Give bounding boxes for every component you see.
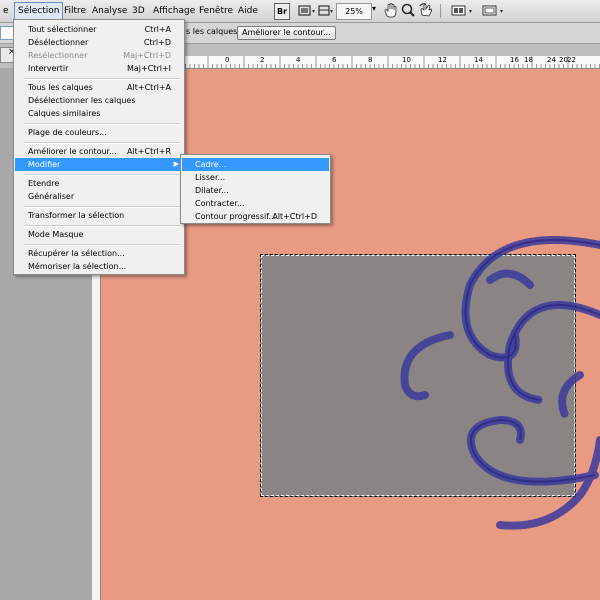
- menu-item-label: Désélectionner les calques: [28, 96, 136, 105]
- menu-item-color-range[interactable]: Plage de couleurs...: [15, 126, 183, 139]
- menu-item-similar[interactable]: Généraliser: [15, 190, 183, 203]
- menu-item-label: Généraliser: [28, 192, 75, 201]
- menu-item-label: Dilater...: [195, 186, 229, 195]
- menu-item-shortcut: Maj+Ctrl+D: [123, 51, 171, 60]
- arrange-documents-icon[interactable]: [451, 4, 477, 21]
- menu-item-label: Transformer la sélection: [28, 211, 125, 220]
- menu-item-shortcut: Alt+Ctrl+A: [127, 83, 171, 92]
- menu-item-label: Etendre: [28, 179, 60, 188]
- menu-item-shortcut: Ctrl+D: [143, 38, 171, 47]
- selection-menu: Tout sélectionner Ctrl+A Désélectionner …: [13, 19, 185, 275]
- menu-item-similar-layers[interactable]: Calques similaires: [15, 107, 183, 120]
- submenu-item-smooth[interactable]: Lisser...: [182, 171, 329, 184]
- menu-item-label: Désélectionner: [28, 38, 89, 47]
- menu-separator: [24, 142, 180, 144]
- menu-item-label: Améliorer le contour...: [28, 147, 117, 156]
- ruler-number: 22: [567, 56, 576, 64]
- screen-mode-icon[interactable]: [298, 4, 316, 21]
- screen-size-icon[interactable]: [482, 4, 508, 21]
- menu-item-label: Resélectionner: [28, 51, 88, 60]
- menu-aide[interactable]: Aide: [235, 0, 261, 22]
- submenu-item-contract[interactable]: Contracter...: [182, 197, 329, 210]
- menu-item-label: Mode Masque: [28, 230, 84, 239]
- menu-item-label: Tout sélectionner: [28, 25, 97, 34]
- refine-edge-button[interactable]: Améliorer le contour...: [237, 26, 336, 40]
- menu-separator: [24, 206, 180, 208]
- flourish-ornament: [400, 236, 600, 530]
- menu-separator: [24, 123, 180, 125]
- ruler-number: 10: [402, 56, 411, 64]
- menu-image-partial[interactable]: e: [0, 0, 12, 22]
- menu-item-deselect-layers[interactable]: Désélectionner les calques: [15, 94, 183, 107]
- menu-item-label: Mémoriser la sélection...: [28, 262, 127, 271]
- submenu-arrow-icon: ▶: [173, 160, 179, 168]
- zoom-tool-icon[interactable]: [401, 3, 415, 21]
- menu-item-label: Calques similaires: [28, 109, 101, 118]
- menu-item-all-layers[interactable]: Tous les calques Alt+Ctrl+A: [15, 81, 183, 94]
- ruler-number: 6: [332, 56, 337, 64]
- submenu-item-feather[interactable]: Contour progressif... Alt+Ctrl+D: [182, 210, 329, 223]
- submenu-item-border[interactable]: Cadre...: [182, 158, 329, 171]
- hand-tool-icon[interactable]: [383, 3, 397, 21]
- menu-item-label: Plage de couleurs...: [28, 128, 107, 137]
- menu-item-label: Intervertir: [28, 64, 69, 73]
- menu-item-label: Cadre...: [195, 160, 227, 169]
- ruler-number: 18: [524, 56, 533, 64]
- menu-separator: [24, 174, 180, 176]
- modify-submenu: Cadre... Lisser... Dilater... Contracter…: [180, 154, 331, 224]
- ruler-number: 2: [260, 56, 265, 64]
- ruler-number: 16: [510, 56, 519, 64]
- zoom-dropdown-icon[interactable]: ▾: [372, 4, 376, 13]
- ruler-number: 0: [225, 56, 230, 64]
- menu-item-save-selection[interactable]: Mémoriser la sélection...: [15, 260, 183, 273]
- menu-item-label: Récupérer la sélection...: [28, 249, 125, 258]
- ruler-number: 14: [474, 56, 483, 64]
- menu-item-deselect[interactable]: Désélectionner Ctrl+D: [15, 36, 183, 49]
- ruler-number: 12: [438, 56, 447, 64]
- rotate-view-icon[interactable]: [419, 3, 433, 21]
- menu-item-modify[interactable]: Modifier ▶: [15, 158, 183, 171]
- menu-separator: [24, 225, 180, 227]
- menu-item-grow[interactable]: Etendre: [15, 177, 183, 190]
- menu-item-quick-mask[interactable]: Mode Masque: [15, 228, 183, 241]
- menu-item-shortcut: Alt+Ctrl+D: [272, 212, 317, 221]
- menu-item-transform-selection[interactable]: Transformer la sélection: [15, 209, 183, 222]
- extras-icon[interactable]: [318, 4, 334, 21]
- menu-item-label: Tous les calques: [28, 83, 93, 92]
- menu-fenetre[interactable]: Fenêtre: [196, 0, 236, 22]
- menu-item-shortcut: Ctrl+A: [144, 25, 171, 34]
- menu-item-label: Contour progressif...: [195, 212, 277, 221]
- toolbar-divider: [440, 4, 441, 18]
- menu-item-label: Modifier: [28, 160, 61, 169]
- zoom-value: 25%: [345, 7, 363, 16]
- menu-item-load-selection[interactable]: Récupérer la sélection...: [15, 247, 183, 260]
- menu-item-select-all[interactable]: Tout sélectionner Ctrl+A: [15, 23, 183, 36]
- all-layers-label: s les calques: [186, 27, 238, 36]
- menu-separator: [24, 244, 180, 246]
- zoom-level-field[interactable]: 25%: [336, 3, 372, 20]
- ruler-number: 24: [547, 56, 556, 64]
- submenu-item-expand[interactable]: Dilater...: [182, 184, 329, 197]
- menu-item-reselect: Resélectionner Maj+Ctrl+D: [15, 49, 183, 62]
- menu-item-refine-edge[interactable]: Améliorer le contour... Alt+Ctrl+R: [15, 145, 183, 158]
- menu-separator: [24, 78, 180, 80]
- ruler-number: 8: [368, 56, 373, 64]
- menu-item-shortcut: Alt+Ctrl+R: [126, 147, 171, 156]
- menu-item-inverse[interactable]: Intervertir Maj+Ctrl+I: [15, 62, 183, 75]
- menu-item-label: Lisser...: [195, 173, 226, 182]
- bridge-button[interactable]: Br: [274, 3, 290, 20]
- menu-item-label: Contracter...: [195, 199, 245, 208]
- ruler-number: 4: [296, 56, 301, 64]
- menu-item-shortcut: Maj+Ctrl+I: [126, 64, 171, 73]
